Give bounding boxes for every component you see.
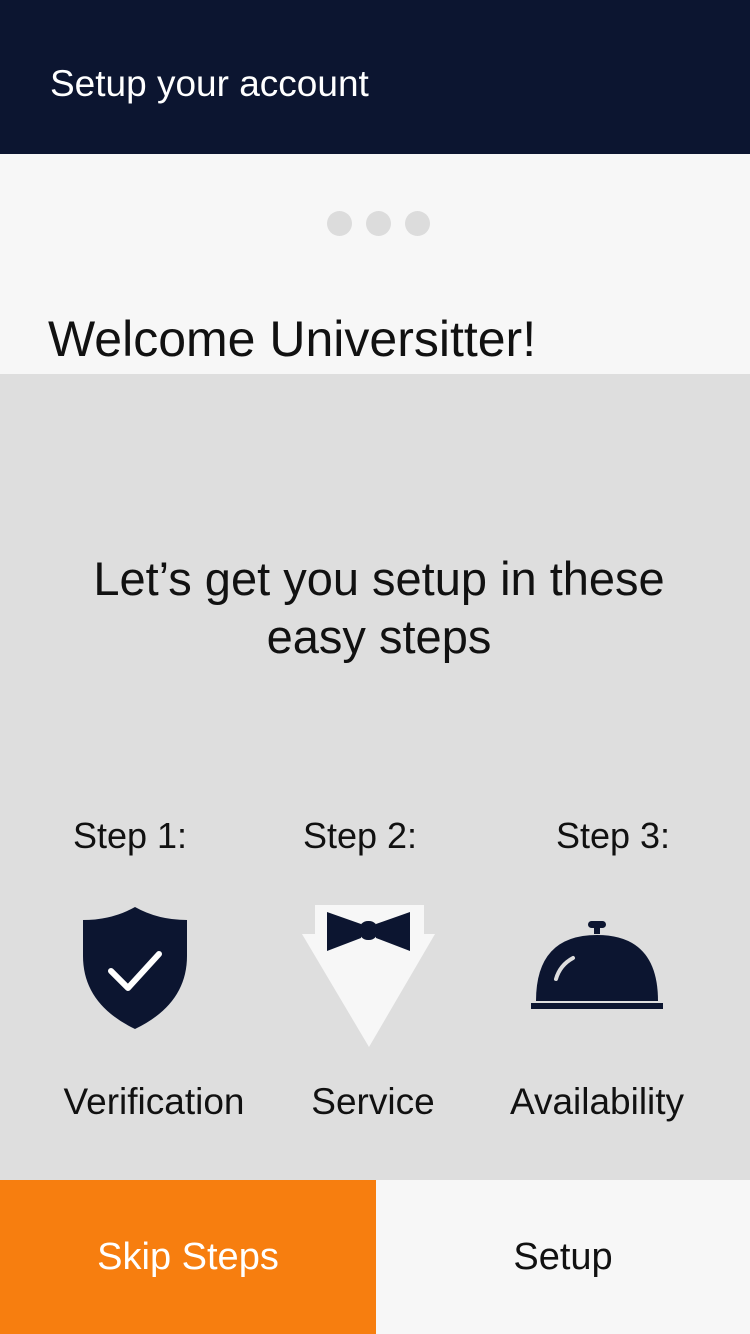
page-dot-3[interactable]: [405, 211, 430, 236]
step-label: Step 2:: [302, 815, 418, 856]
step-label: Step 1:: [72, 815, 188, 856]
step-service: Step 2: Service: [240, 374, 490, 1180]
step-name: Availability: [509, 1081, 685, 1122]
welcome-section: Welcome Universitter!: [0, 154, 750, 374]
header-title: Setup your account: [50, 63, 369, 104]
page-dot-2[interactable]: [366, 211, 391, 236]
step-availability: Step 3: Availability: [480, 374, 730, 1180]
page-indicator: [327, 211, 430, 236]
skip-steps-button[interactable]: Skip Steps: [0, 1180, 376, 1334]
app-header: Setup your account: [0, 0, 750, 154]
step-label: Step 3:: [555, 815, 671, 856]
steps-panel: Let’s get you setup in these easy steps …: [0, 374, 750, 1180]
setup-button[interactable]: Setup: [376, 1180, 750, 1334]
shield-check-icon: [83, 907, 187, 1029]
bowtie-icon: [302, 905, 435, 1047]
welcome-title: Welcome Universitter!: [48, 311, 537, 367]
step-verification: Step 1: Verification: [10, 374, 260, 1180]
page-dot-1[interactable]: [327, 211, 352, 236]
service-bell-icon: [531, 921, 663, 1009]
step-name: Service: [311, 1081, 435, 1122]
